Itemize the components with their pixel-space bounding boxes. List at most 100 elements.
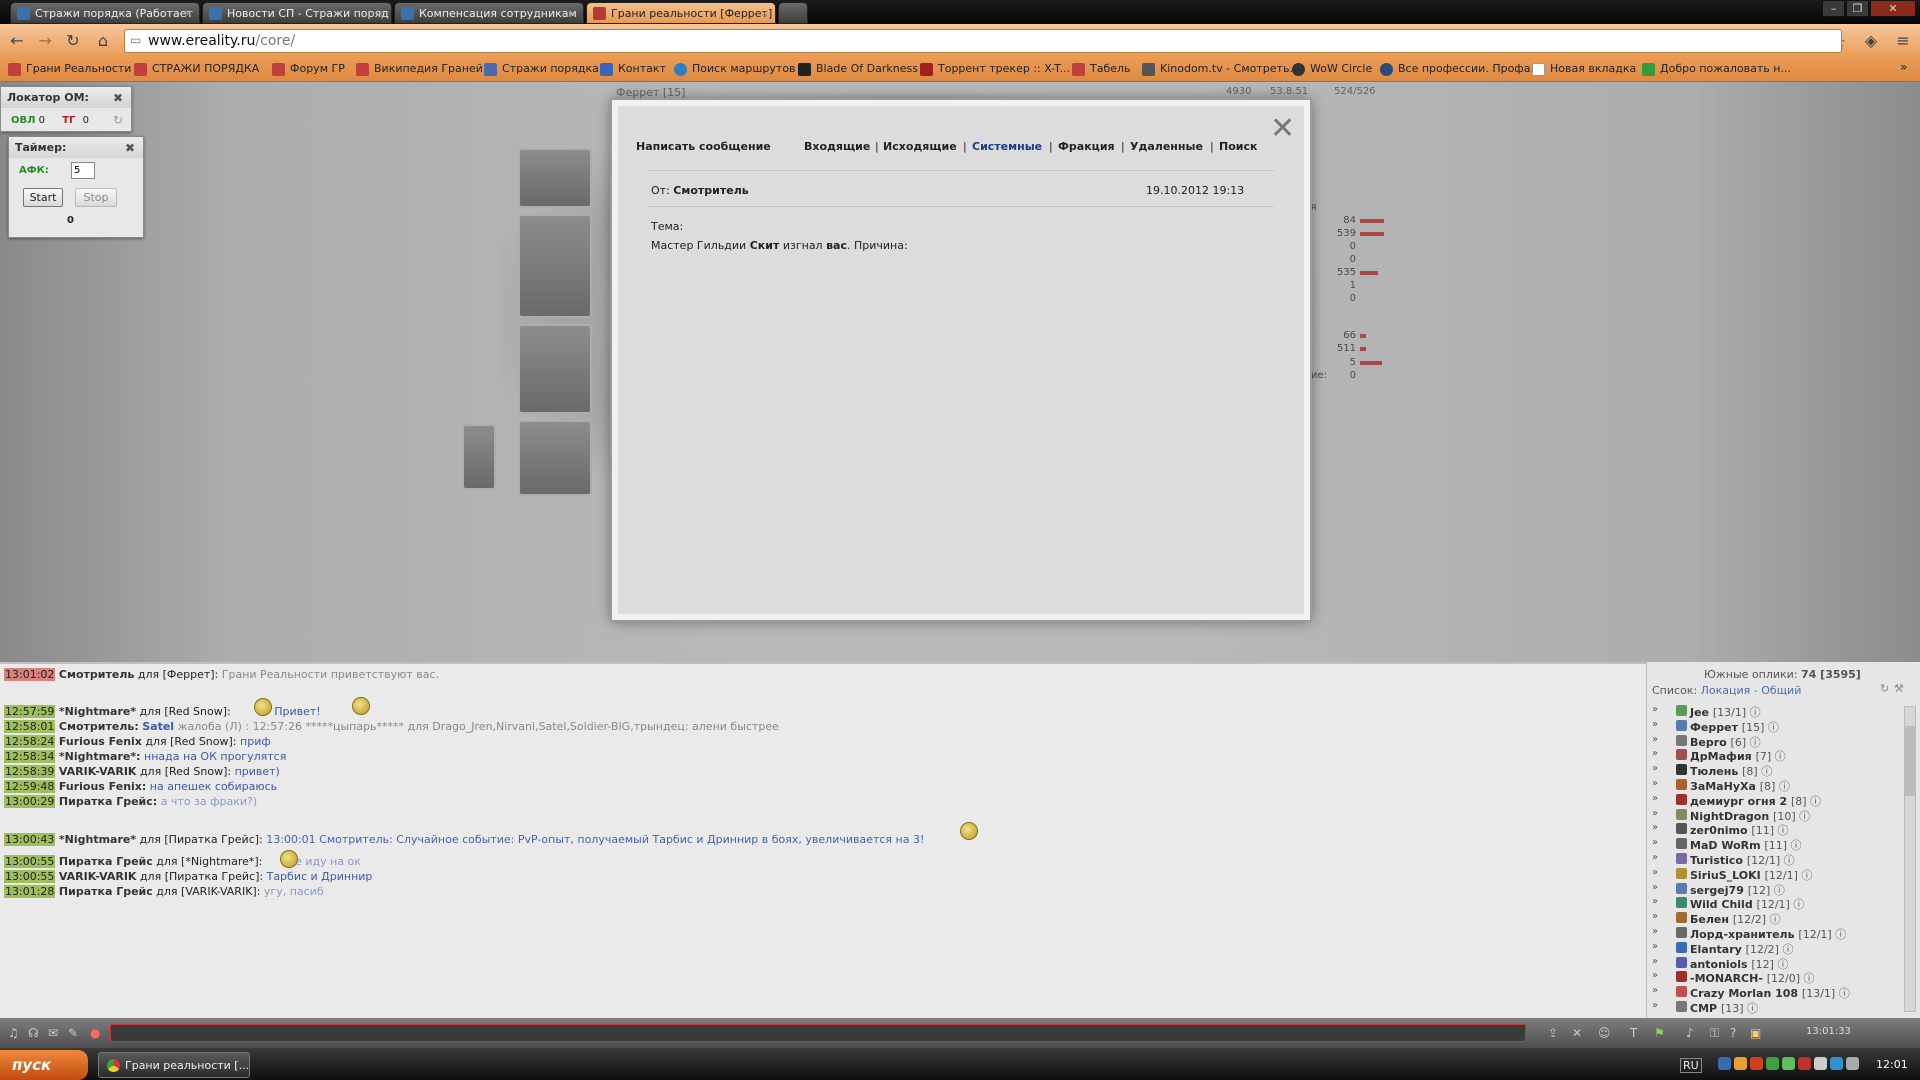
- player-list-item[interactable]: Jee [13/1] ⓘ: [1676, 704, 1761, 720]
- tray-app-icon[interactable]: [1814, 1057, 1827, 1070]
- back-icon[interactable]: ←: [6, 31, 28, 51]
- scrollbar-thumb[interactable]: [1905, 726, 1915, 796]
- player-info-icon[interactable]: ⓘ: [1780, 854, 1795, 867]
- player-info-icon[interactable]: ⓘ: [1770, 884, 1785, 897]
- player-name[interactable]: Тюлень: [1690, 765, 1738, 778]
- player-info-icon[interactable]: ⓘ: [1746, 736, 1761, 749]
- player-expand-icon[interactable]: »: [1652, 896, 1658, 907]
- chat-time[interactable]: 12:58:39: [4, 765, 56, 778]
- system-link[interactable]: Системные: [972, 140, 1042, 153]
- network-icon[interactable]: [1718, 1057, 1731, 1070]
- player-expand-icon[interactable]: »: [1652, 763, 1658, 774]
- chat-input[interactable]: [110, 1024, 1526, 1042]
- player-list-item[interactable]: Тюлень [8] ⓘ: [1676, 763, 1772, 779]
- tray-app-icon[interactable]: [1766, 1057, 1779, 1070]
- player-expand-icon[interactable]: »: [1652, 970, 1658, 981]
- from-name[interactable]: Смотритель: [673, 184, 748, 197]
- start-button[interactable]: Start: [23, 188, 63, 207]
- close-icon[interactable]: ✖: [125, 141, 135, 155]
- help-icon[interactable]: ?: [1730, 1026, 1736, 1040]
- player-info-icon[interactable]: ⓘ: [1758, 765, 1772, 778]
- player-list-item[interactable]: Белен [12/2] ⓘ: [1676, 911, 1781, 927]
- clear-input-icon[interactable]: ✕: [1572, 1026, 1582, 1040]
- player-expand-icon[interactable]: »: [1652, 911, 1658, 922]
- player-info-icon[interactable]: ⓘ: [1835, 987, 1850, 1000]
- chat-nick[interactable]: VARIK-VARIK: [59, 870, 137, 883]
- menu-icon[interactable]: ≡: [1892, 31, 1914, 51]
- chat-recipient[interactable]: для [Red Snow]:: [140, 705, 231, 718]
- player-name[interactable]: Феррет: [1690, 721, 1738, 734]
- player-name[interactable]: ДрМафия: [1690, 750, 1752, 763]
- player-info-icon[interactable]: ⓘ: [1746, 706, 1761, 719]
- chat-time[interactable]: 12:59:48: [4, 780, 56, 793]
- player-name[interactable]: Crazy Morlan 108: [1690, 987, 1798, 1000]
- chat-nick[interactable]: VARIK-VARIK: [59, 765, 137, 778]
- chat-time[interactable]: 13:01:28: [4, 885, 56, 898]
- bookmark-item[interactable]: Все профессии. Профа...: [1380, 62, 1541, 76]
- player-list-item[interactable]: Bepro [6] ⓘ: [1676, 734, 1761, 750]
- bookmark-item[interactable]: Википедия Граней: [356, 62, 483, 76]
- browser-tab-1[interactable]: Стражи порядка (Работает ×: [10, 2, 200, 24]
- afk-input[interactable]: [71, 162, 95, 179]
- chat-clear-icon[interactable]: ✎: [68, 1026, 78, 1040]
- player-info-icon[interactable]: ⓘ: [1796, 810, 1810, 823]
- chat-lock-icon[interactable]: ⚿: [1710, 1026, 1719, 1041]
- address-bar[interactable]: [124, 29, 1842, 53]
- bookmark-item[interactable]: Blade Of Darkness: [798, 62, 918, 76]
- close-icon[interactable]: ✖: [113, 91, 123, 105]
- player-expand-icon[interactable]: »: [1652, 1000, 1658, 1011]
- player-info-icon[interactable]: ⓘ: [1764, 721, 1779, 734]
- tray-app-icon[interactable]: [1734, 1057, 1747, 1070]
- url-text[interactable]: www.ereality.ru/core/: [148, 33, 295, 49]
- settings-icon[interactable]: ⚒: [1894, 682, 1904, 695]
- player-info-icon[interactable]: ⓘ: [1774, 824, 1788, 837]
- chat-private-icon[interactable]: ✉: [48, 1026, 58, 1040]
- player-name[interactable]: Turistico: [1690, 854, 1743, 867]
- close-modal-icon[interactable]: ✕: [1270, 114, 1295, 144]
- player-list-item[interactable]: Wild Child [12/1] ⓘ: [1676, 896, 1804, 912]
- inbox-link[interactable]: Входящие: [804, 140, 870, 153]
- deleted-link[interactable]: Удаленные: [1130, 140, 1203, 153]
- player-name[interactable]: ЗаМаНуХа: [1690, 780, 1756, 793]
- tray-app-icon[interactable]: [1830, 1057, 1843, 1070]
- player-expand-icon[interactable]: »: [1652, 941, 1658, 952]
- browser-tab-active[interactable]: Грани реальности [Феррет] ×: [586, 2, 776, 24]
- player-expand-icon[interactable]: »: [1652, 778, 1658, 789]
- player-name[interactable]: zer0nimo: [1690, 824, 1748, 837]
- bookmark-item[interactable]: Табель: [1072, 62, 1131, 76]
- chat-nick[interactable]: Furious Fenix: [59, 735, 142, 748]
- player-expand-icon[interactable]: »: [1652, 719, 1658, 730]
- player-list-item[interactable]: Turistico [12/1] ⓘ: [1676, 852, 1795, 868]
- tray-app-icon[interactable]: [1782, 1057, 1795, 1070]
- chat-option-icon[interactable]: ⚑: [1654, 1026, 1665, 1040]
- player-name[interactable]: Jee: [1690, 706, 1709, 719]
- chat-recipient[interactable]: для [Пиратка Грейс]:: [140, 870, 263, 883]
- player-name[interactable]: MaD WoRm: [1690, 839, 1761, 852]
- player-name[interactable]: Белен: [1690, 913, 1729, 926]
- player-name[interactable]: NightDragon: [1690, 810, 1769, 823]
- chat-time[interactable]: 12:57:59: [4, 705, 56, 718]
- player-info-icon[interactable]: ⓘ: [1771, 750, 1786, 763]
- volume-icon[interactable]: [1846, 1057, 1859, 1070]
- write-message-link[interactable]: Написать сообщение: [636, 140, 771, 153]
- chat-record-icon[interactable]: ●: [90, 1026, 100, 1040]
- send-icon[interactable]: ⇪: [1548, 1026, 1558, 1040]
- bookmark-item[interactable]: Добро пожаловать н...: [1642, 62, 1791, 76]
- bookmark-item[interactable]: Поиск маршрутов: [674, 62, 796, 76]
- player-name[interactable]: antoniols: [1690, 958, 1748, 971]
- translit-icon[interactable]: T: [1630, 1026, 1637, 1040]
- bookmark-item[interactable]: СТРАЖИ ПОРЯДКА: [134, 62, 259, 76]
- home-icon[interactable]: ⌂: [92, 31, 114, 51]
- tray-app-icon[interactable]: [1798, 1057, 1811, 1070]
- player-list-item[interactable]: MaD WoRm [11] ⓘ: [1676, 837, 1802, 853]
- chat-recipient[interactable]: для [Пиратка Грейс]:: [140, 833, 263, 846]
- close-icon[interactable]: ×: [568, 7, 577, 20]
- new-tab-button[interactable]: [778, 2, 808, 24]
- player-info-icon[interactable]: ⓘ: [1832, 928, 1846, 941]
- player-name[interactable]: Bepro: [1690, 736, 1727, 749]
- player-expand-icon[interactable]: »: [1652, 822, 1658, 833]
- player-list-item[interactable]: демиург огня 2 [8] ⓘ: [1676, 793, 1821, 809]
- minimize-icon[interactable]: –: [1822, 0, 1845, 17]
- chat-nick[interactable]: *Nightmare*: [59, 833, 136, 846]
- chat-time[interactable]: 12:58:24: [4, 735, 56, 748]
